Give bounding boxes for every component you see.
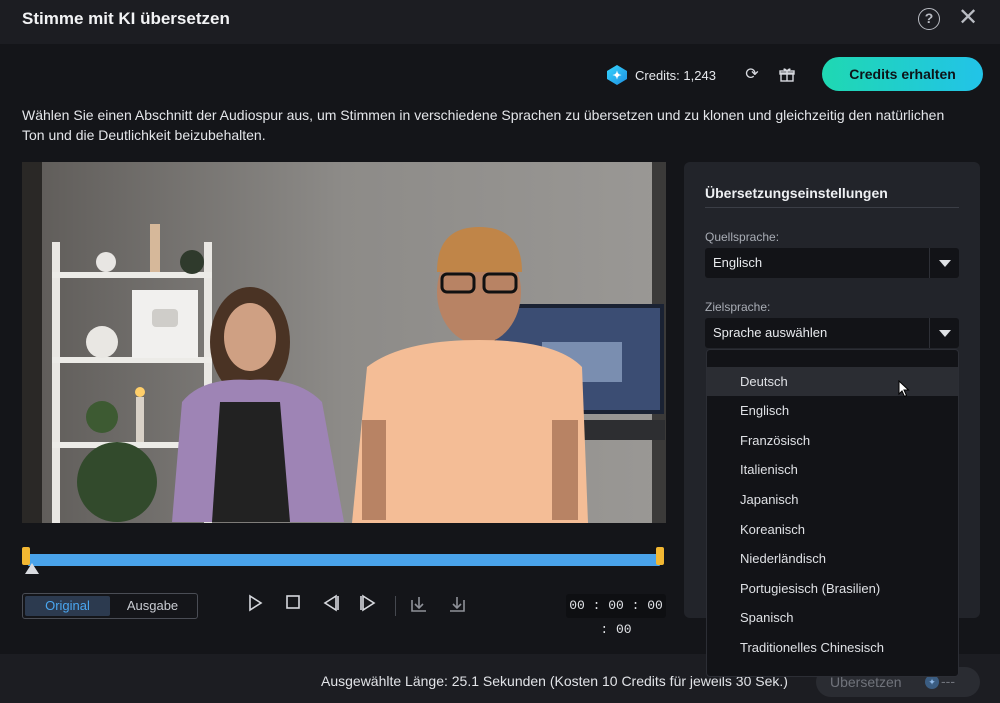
- target-language-select[interactable]: Sprache auswählen: [705, 318, 959, 348]
- refresh-icon[interactable]: ⟳: [742, 65, 762, 85]
- range-end-handle[interactable]: [656, 547, 664, 565]
- language-option-italienisch[interactable]: Italienisch: [707, 455, 958, 484]
- chevron-down-icon[interactable]: [929, 318, 959, 348]
- next-frame-icon[interactable]: [357, 594, 379, 616]
- target-language-value: Sprache auswählen: [713, 325, 828, 340]
- help-icon[interactable]: ?: [918, 8, 940, 30]
- mouse-cursor-icon: [898, 379, 910, 403]
- language-option-deutsch[interactable]: Deutsch: [707, 367, 958, 396]
- target-language-label: Zielsprache:: [705, 300, 771, 314]
- play-icon[interactable]: [244, 594, 266, 616]
- language-option-koreanisch[interactable]: Koreanisch: [707, 515, 958, 544]
- audio-timeline[interactable]: [22, 545, 666, 575]
- credits-display: ✦ Credits: 1,243: [607, 65, 716, 85]
- view-toggle: Original Ausgabe: [22, 593, 198, 619]
- credits-diamond-icon: ✦: [607, 65, 627, 85]
- title-bar: Stimme mit KI übersetzen ? ✕: [0, 0, 1000, 44]
- language-option-chinesisch[interactable]: Traditionelles Chinesisch: [707, 633, 958, 662]
- target-language-dropdown: Deutsch Englisch Französisch Italienisch…: [706, 349, 959, 677]
- credits-label: Credits: 1,243: [635, 67, 716, 83]
- source-language-value: Englisch: [713, 255, 763, 270]
- get-credits-button[interactable]: Credits erhalten: [822, 57, 983, 91]
- language-option-spanisch[interactable]: Spanisch: [707, 603, 958, 632]
- controls-divider: [395, 596, 396, 616]
- tab-original[interactable]: Original: [25, 596, 110, 616]
- language-option-englisch[interactable]: Englisch: [707, 396, 958, 425]
- settings-heading: Übersetzungseinstellungen: [705, 185, 888, 201]
- stop-icon[interactable]: [283, 594, 303, 616]
- playhead[interactable]: [25, 563, 39, 574]
- video-preview: [22, 162, 666, 523]
- mark-in-icon[interactable]: [408, 594, 430, 616]
- credits-diamond-icon: ✦: [925, 675, 939, 689]
- language-option-japanisch[interactable]: Japanisch: [707, 485, 958, 514]
- close-icon[interactable]: ✕: [957, 6, 979, 30]
- timecode-display: 00 : 00 : 00 : 00: [566, 594, 666, 637]
- chevron-down-icon[interactable]: [929, 248, 959, 278]
- description-text: Wählen Sie einen Abschnitt der Audiospur…: [22, 107, 945, 143]
- language-option-niederlaendisch[interactable]: Niederländisch: [707, 544, 958, 573]
- window-title: Stimme mit KI übersetzen: [22, 9, 230, 28]
- previous-frame-icon[interactable]: [320, 594, 342, 616]
- gift-icon[interactable]: [777, 65, 797, 85]
- tab-output[interactable]: Ausgabe: [110, 596, 195, 616]
- heading-divider: [705, 207, 959, 208]
- credits-bar: ✦ Credits: 1,243 ⟳ Credits erhalten: [0, 56, 1000, 92]
- source-language-select[interactable]: Englisch: [705, 248, 959, 278]
- source-language-label: Quellsprache:: [705, 230, 780, 244]
- language-option-franzoesisch[interactable]: Französisch: [707, 426, 958, 455]
- language-option-portugiesisch[interactable]: Portugiesisch (Brasilien): [707, 574, 958, 603]
- selection-range[interactable]: [28, 554, 660, 566]
- mark-out-icon[interactable]: [446, 594, 468, 616]
